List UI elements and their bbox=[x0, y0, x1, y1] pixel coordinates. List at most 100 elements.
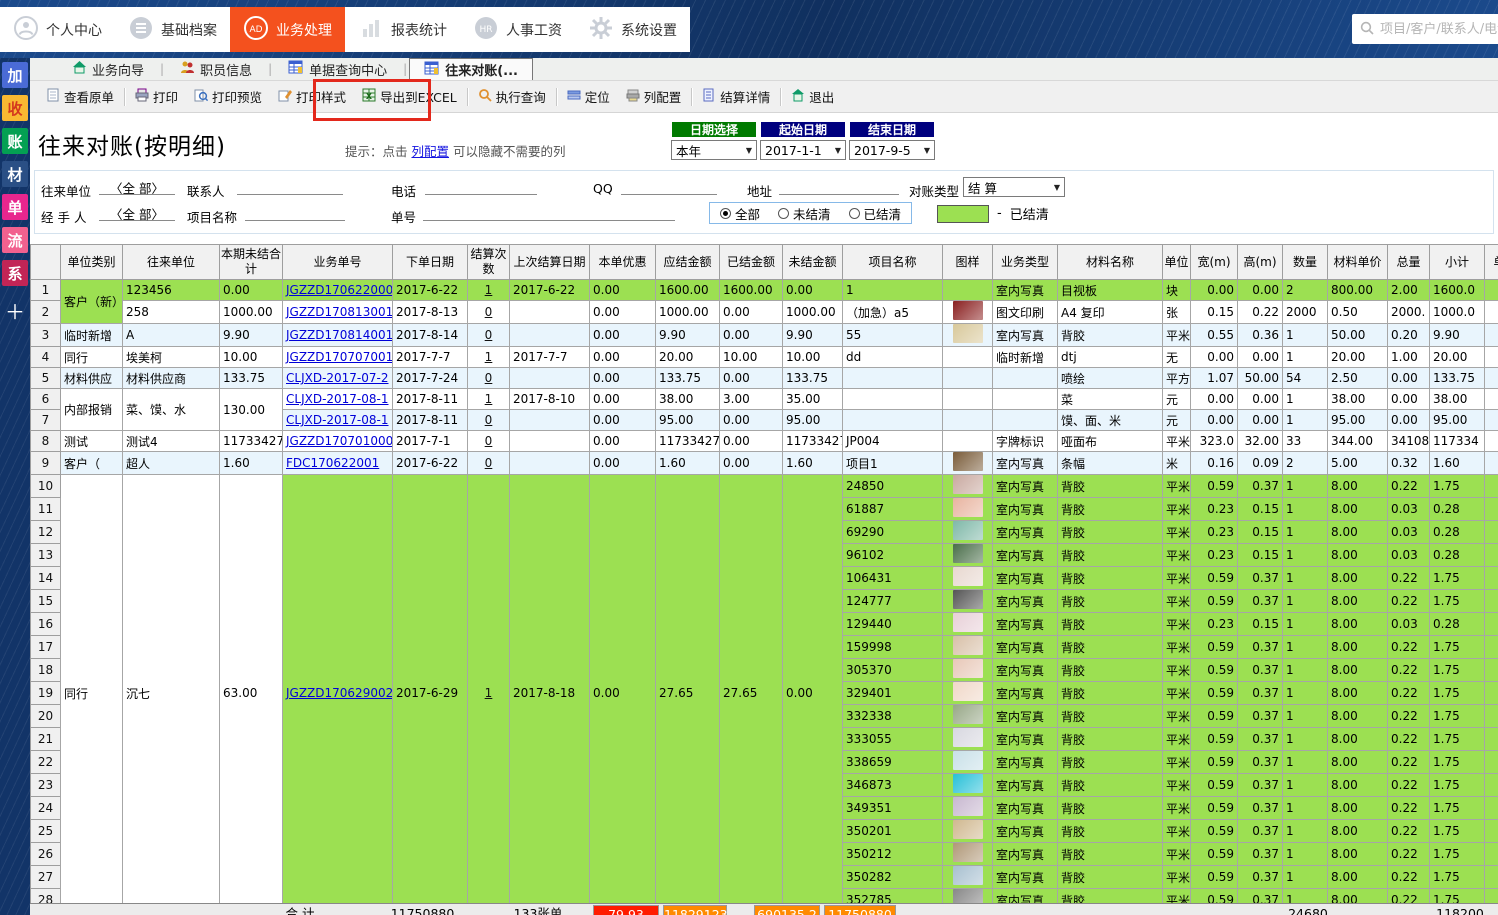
date-mode-select[interactable]: 本年▼ bbox=[671, 140, 757, 160]
toolbar-button-3[interactable]: 打印预览 bbox=[186, 85, 270, 109]
order-number-link[interactable]: CLJXD-2017-08-1 bbox=[286, 392, 389, 406]
settle-count-link[interactable]: 0 bbox=[485, 371, 493, 385]
row-number[interactable]: 11 bbox=[31, 498, 61, 521]
column-header-2[interactable]: 往来单位 bbox=[123, 245, 220, 280]
order-number-link[interactable]: JGZZD1708130013 bbox=[286, 305, 393, 319]
row-number[interactable]: 6 bbox=[31, 389, 61, 410]
thumbnail-image[interactable] bbox=[953, 452, 983, 471]
tab-2[interactable]: 职员信息 bbox=[166, 58, 266, 80]
column-header-17[interactable]: 宽(m) bbox=[1191, 245, 1238, 280]
thumbnail-image[interactable] bbox=[953, 613, 983, 632]
column-header-9[interactable]: 应结金额 bbox=[656, 245, 720, 280]
row-number[interactable]: 10 bbox=[31, 475, 61, 498]
qq-input[interactable] bbox=[621, 178, 717, 195]
nav-item-5[interactable]: HR人事工资 bbox=[460, 7, 575, 52]
row-number[interactable]: 5 bbox=[31, 368, 61, 389]
nav-item-2[interactable]: 基础档案 bbox=[115, 7, 230, 52]
settle-count-link[interactable]: 0 bbox=[485, 456, 493, 470]
tab-4[interactable]: 往来对账(... bbox=[409, 58, 533, 80]
thumbnail-image[interactable] bbox=[953, 728, 983, 747]
column-config-link[interactable]: 列配置 bbox=[411, 144, 449, 159]
tab-1[interactable]: 业务向导 bbox=[58, 58, 158, 80]
nav-item-3[interactable]: AD业务处理 bbox=[230, 7, 345, 52]
sidebar-chip-7[interactable]: 系 bbox=[2, 260, 28, 286]
search-input[interactable] bbox=[1380, 22, 1498, 37]
address-input[interactable] bbox=[779, 178, 899, 195]
row-number[interactable]: 18 bbox=[31, 659, 61, 682]
order-number-link[interactable]: CLJXD-2017-07-2 bbox=[286, 371, 389, 385]
thumbnail-image[interactable] bbox=[953, 590, 983, 609]
sidebar-chip-6[interactable]: 流 bbox=[2, 227, 28, 253]
thumbnail-image[interactable] bbox=[953, 544, 983, 563]
toolbar-button-8[interactable]: 列配置 bbox=[618, 85, 690, 109]
column-header-10[interactable]: 已结金额 bbox=[720, 245, 783, 280]
row-number[interactable]: 13 bbox=[31, 544, 61, 567]
settle-count-link[interactable]: 1 bbox=[485, 686, 493, 700]
column-header-21[interactable]: 总量 bbox=[1388, 245, 1430, 280]
thumbnail-image[interactable] bbox=[953, 636, 983, 655]
toolbar-button-10[interactable]: 退出 bbox=[783, 85, 842, 109]
column-header-18[interactable]: 高(m) bbox=[1238, 245, 1283, 280]
row-number[interactable]: 7 bbox=[31, 410, 61, 431]
settle-count-link[interactable]: 1 bbox=[485, 350, 493, 364]
thumbnail-image[interactable] bbox=[953, 659, 983, 678]
toolbar-button-7[interactable]: 定位 bbox=[559, 85, 618, 109]
column-header-12[interactable]: 项目名称 bbox=[843, 245, 943, 280]
radio-2[interactable]: 未结清 bbox=[778, 204, 831, 223]
thumbnail-image[interactable] bbox=[953, 797, 983, 816]
row-number[interactable]: 2 bbox=[31, 301, 61, 324]
sidebar-chip-2[interactable]: 收 bbox=[2, 95, 28, 121]
thumbnail-image[interactable] bbox=[953, 324, 983, 343]
column-header-6[interactable]: 结算次数 bbox=[468, 245, 510, 280]
row-number[interactable]: 12 bbox=[31, 521, 61, 544]
toolbar-button-1[interactable]: 查看原单 bbox=[38, 85, 122, 109]
thumbnail-image[interactable] bbox=[953, 705, 983, 724]
sidebar-chip-3[interactable]: 账 bbox=[2, 128, 28, 154]
start-date-select[interactable]: 2017-1-1▼ bbox=[760, 140, 846, 160]
row-number[interactable]: 16 bbox=[31, 613, 61, 636]
row-number[interactable]: 14 bbox=[31, 567, 61, 590]
unit-value[interactable]: 〈全 部〉 bbox=[99, 178, 175, 195]
phone-input[interactable] bbox=[425, 178, 537, 195]
order-number-link[interactable]: FDC170622001 bbox=[286, 456, 379, 470]
row-number[interactable]: 20 bbox=[31, 705, 61, 728]
row-number[interactable]: 22 bbox=[31, 751, 61, 774]
column-header-11[interactable]: 未结金额 bbox=[783, 245, 843, 280]
sidebar-chip-5[interactable]: 单 bbox=[2, 194, 28, 220]
row-number[interactable]: 21 bbox=[31, 728, 61, 751]
order-number-link[interactable]: JGZZD1706220008 bbox=[286, 283, 393, 297]
thumbnail-image[interactable] bbox=[953, 475, 983, 494]
order-number-link[interactable]: JGZZD1707010001 bbox=[286, 434, 393, 448]
sidebar-chip-4[interactable]: 材 bbox=[2, 161, 28, 187]
column-header-15[interactable]: 材料名称 bbox=[1058, 245, 1163, 280]
settle-count-link[interactable]: 1 bbox=[485, 283, 493, 297]
thumbnail-image[interactable] bbox=[953, 301, 983, 320]
row-number[interactable]: 25 bbox=[31, 820, 61, 843]
toolbar-button-2[interactable]: 打印 bbox=[127, 85, 186, 109]
toolbar-button-4[interactable]: 打印样式 bbox=[270, 85, 354, 109]
column-header-22[interactable]: 小计 bbox=[1430, 245, 1485, 280]
row-number[interactable]: 8 bbox=[31, 431, 61, 452]
row-number[interactable]: 4 bbox=[31, 347, 61, 368]
thumbnail-image[interactable] bbox=[953, 866, 983, 885]
thumbnail-image[interactable] bbox=[953, 521, 983, 540]
thumbnail-image[interactable] bbox=[953, 567, 983, 586]
row-number[interactable]: 19 bbox=[31, 682, 61, 705]
thumbnail-image[interactable] bbox=[953, 843, 983, 862]
thumbnail-image[interactable] bbox=[953, 682, 983, 701]
settle-count-link[interactable]: 1 bbox=[485, 392, 493, 406]
order-no-input[interactable] bbox=[423, 204, 675, 221]
column-header-23[interactable]: 单 bbox=[1485, 245, 1498, 280]
handler-value[interactable]: 〈全 部〉 bbox=[99, 204, 175, 221]
radio-1[interactable]: 全部 bbox=[720, 204, 760, 223]
tab-3[interactable]: 单据查询中心 bbox=[274, 58, 401, 80]
column-header-5[interactable]: 下单日期 bbox=[393, 245, 468, 280]
column-header-16[interactable]: 单位 bbox=[1163, 245, 1191, 280]
row-number[interactable]: 24 bbox=[31, 797, 61, 820]
settle-count-link[interactable]: 0 bbox=[485, 328, 493, 342]
column-header-13[interactable]: 图样 bbox=[943, 245, 993, 280]
type-select[interactable]: 结 算▼ bbox=[963, 177, 1065, 197]
order-number-link[interactable]: JGZZD1708140017 bbox=[286, 328, 393, 342]
row-number[interactable]: 1 bbox=[31, 280, 61, 301]
thumbnail-image[interactable] bbox=[953, 774, 983, 793]
